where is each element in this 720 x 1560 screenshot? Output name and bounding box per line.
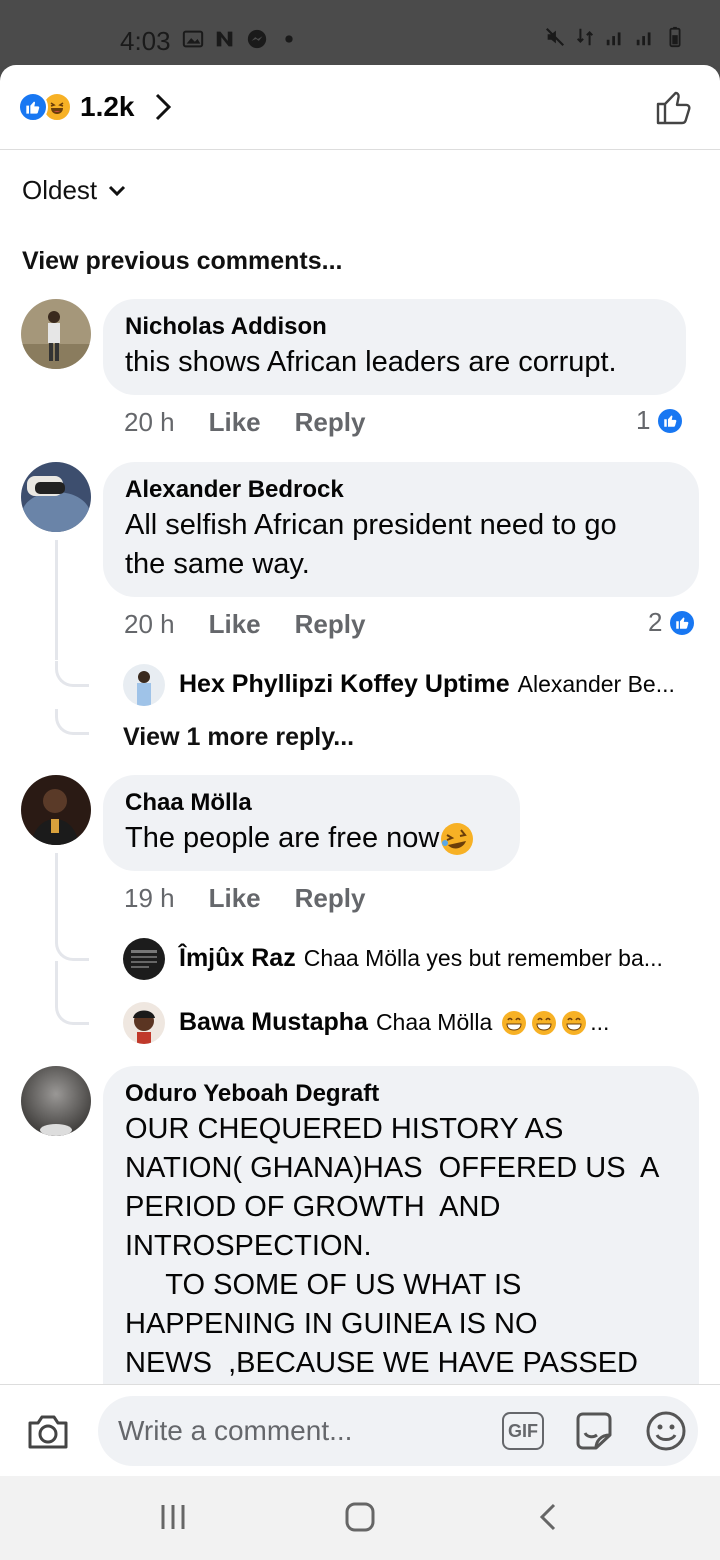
signal-2-icon [636,32,651,46]
comment-input[interactable] [118,1396,498,1466]
sticker-icon[interactable] [572,1409,616,1453]
reply-preview[interactable]: Hex Phyllipzi Koffey Uptime Alexander Be… [179,670,675,699]
grin-sweat-emoji-icon [532,1010,557,1035]
chevron-right-icon [155,93,171,121]
status-time: 4:03 [120,26,171,56]
reply-snippet: Chaa Mölla yes but remember ba... [303,945,663,971]
sheet-header: 1.2k [0,65,720,150]
thread-line [55,961,58,1001]
reply-snippet: Chaa Mölla [375,1009,493,1035]
comment-bubble[interactable]: Chaa Mölla The people are free now [103,775,520,871]
rofl-emoji-icon [441,822,474,855]
reply-author[interactable]: Hex Phyllipzi Koffey Uptime [179,670,510,699]
thread-connector [55,999,89,1025]
reply-button[interactable]: Reply [295,407,366,438]
avatar[interactable] [21,775,91,845]
emoji-icon[interactable] [644,1409,688,1453]
like-reaction-icon [18,92,48,122]
reply-author[interactable]: Îmjûx Raz [179,944,296,973]
avatar[interactable] [123,664,165,706]
back-icon[interactable] [536,1502,560,1532]
grin-sweat-emoji-icon [562,1010,587,1035]
camera-icon[interactable] [26,1413,70,1451]
emoji-group [500,1009,588,1037]
like-button[interactable]: Like [209,609,261,640]
comment-text: All selfish African president need to go… [125,509,617,580]
thread-line [55,540,58,660]
recent-apps-icon[interactable] [158,1502,188,1532]
avatar[interactable] [21,462,91,532]
reply-button[interactable]: Reply [295,609,366,640]
data-icon [576,28,594,46]
like-reaction-icon [668,608,697,637]
comment-input-wrapper: GIF [98,1396,698,1466]
gallery-icon [182,30,204,48]
messenger-icon [247,29,267,49]
comment-time[interactable]: 20 h [124,407,175,438]
avatar[interactable] [21,1066,91,1136]
comment-like-count[interactable]: 1 [636,405,685,436]
avatar[interactable] [21,299,91,369]
view-more-replies-link[interactable]: View 1 more reply... [123,723,354,752]
comment-bubble[interactable]: Nicholas Addison this shows African lead… [103,299,686,395]
comment-text: The people are free now [125,822,440,854]
comment-actions: 20 h Like Reply [124,609,365,640]
mute-icon [545,27,565,47]
status-system-icons [544,26,686,48]
thread-connector [55,661,89,687]
gif-button[interactable]: GIF [502,1412,544,1450]
comment-text: OUR CHEQUERED HISTORY AS NATION( GHANA)H… [125,1113,660,1379]
comment-actions: 19 h Like Reply [124,883,365,914]
reply-author[interactable]: Bawa Mustapha [179,1008,368,1037]
avatar[interactable] [123,938,165,980]
comment-time[interactable]: 19 h [124,883,175,914]
comment-actions: 20 h Like Reply [124,407,365,438]
signal-1-icon [606,32,621,46]
commenter-name[interactable]: Oduro Yeboah Degraft [125,1078,677,1110]
commenter-name[interactable]: Chaa Mölla [125,787,498,819]
like-button[interactable]: Like [209,407,261,438]
like-count-value: 1 [636,405,651,435]
dot-icon [285,35,293,43]
system-nav-bar [0,1476,720,1560]
reply-snippet: Alexander Be... [517,671,675,697]
reply-preview[interactable]: Bawa Mustapha Chaa Mölla ... [179,1008,609,1037]
sort-dropdown[interactable]: Oldest [22,175,127,206]
comment-text-row: The people are free now [125,819,498,858]
view-previous-comments-link[interactable]: View previous comments... [22,247,342,276]
commenter-name[interactable]: Alexander Bedrock [125,474,677,506]
comments-sheet: 1.2k Oldest View previous comments... Ni… [0,65,720,1476]
thread-connector [55,935,89,961]
status-bar: 4:03 [0,0,720,66]
comment-bubble[interactable]: Alexander Bedrock All selfish African pr… [103,462,699,597]
comment-time[interactable]: 20 h [124,609,175,640]
sort-label: Oldest [22,175,98,205]
comment-like-count[interactable]: 2 [648,607,697,638]
reply-preview[interactable]: Îmjûx Raz Chaa Mölla yes but remember ba… [179,944,663,973]
chevron-down-icon [109,185,126,196]
thread-connector [55,709,89,735]
like-button[interactable]: Like [209,883,261,914]
like-outline-icon[interactable] [654,87,694,127]
home-icon[interactable] [344,1502,376,1532]
grin-sweat-emoji-icon [502,1010,527,1035]
reaction-count: 1.2k [80,91,135,122]
reply-ellipsis: ... [590,1009,610,1035]
commenter-name[interactable]: Nicholas Addison [125,311,664,343]
avatar[interactable] [123,1002,165,1044]
like-reaction-icon [656,406,685,435]
comment-composer: GIF [0,1384,720,1476]
reactions-summary[interactable]: 1.2k [18,91,173,123]
thread-line [55,853,58,935]
like-count-value: 2 [648,607,663,637]
reply-button[interactable]: Reply [295,883,366,914]
news-icon [216,31,233,47]
battery-icon [669,26,681,48]
comment-text: this shows African leaders are corrupt. [125,346,617,378]
status-notification-icons [182,28,300,50]
